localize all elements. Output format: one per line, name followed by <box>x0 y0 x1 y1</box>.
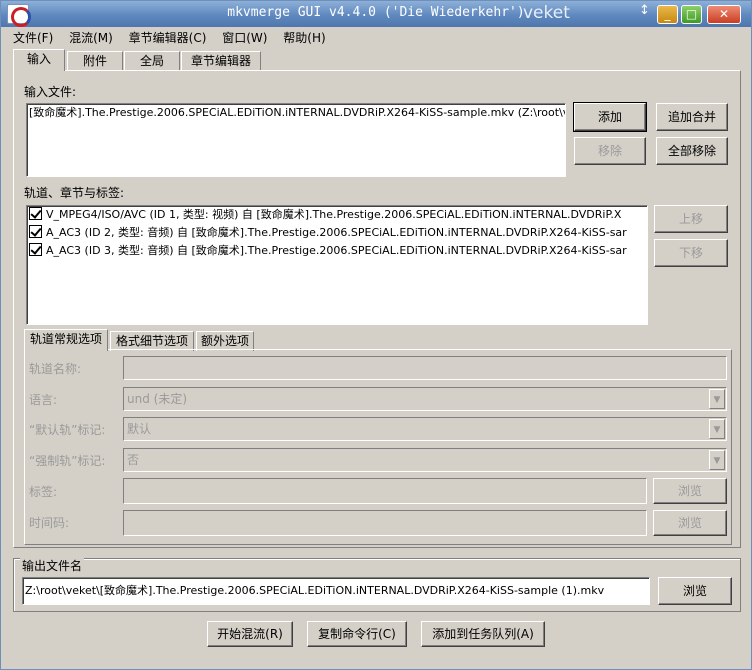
add-to-queue-button[interactable]: 添加到任务队列(A) <box>421 621 545 647</box>
start-muxing-button[interactable]: 开始混流(R) <box>207 621 293 647</box>
input-files-list[interactable]: [致命魔术].The.Prestige.2006.SPECiAL.EDiTiON… <box>26 103 566 177</box>
output-groupbox: 输出文件名 Z:\root\veket\[致命魔术].The.Prestige.… <box>13 557 741 612</box>
tags-label: 标签: <box>29 485 58 499</box>
remove-button[interactable]: 移除 <box>574 137 646 165</box>
output-browse-button[interactable]: 浏览 <box>658 577 732 605</box>
forced-flag-label: “强制轨”标记: <box>29 454 106 468</box>
input-files-label: 输入文件: <box>24 85 77 99</box>
title-extra-text: veket <box>523 3 570 23</box>
tab-extra-options[interactable]: 额外选项 <box>196 331 254 351</box>
tab-track-general[interactable]: 轨道常规选项 <box>24 329 108 351</box>
default-flag-select[interactable]: 默认 ▼ <box>123 417 727 441</box>
chevron-down-icon[interactable]: ▼ <box>709 419 725 439</box>
tab-format-details[interactable]: 格式细节选项 <box>110 331 194 351</box>
menu-file[interactable]: 文件(F) <box>7 29 59 47</box>
track-item-label: V_MPEG4/ISO/AVC (ID 1, 类型: 视频) 自 [致命魔术].… <box>46 208 622 221</box>
checkbox-checked-icon[interactable] <box>29 225 42 238</box>
menu-window[interactable]: 窗口(W) <box>216 29 273 47</box>
close-button[interactable]: ✕ <box>707 5 741 24</box>
title-bar[interactable]: mkvmerge GUI v4.4.0 ('Die Wiederkehr') v… <box>1 1 751 27</box>
chevron-down-icon[interactable]: ▼ <box>709 450 725 470</box>
menu-mux[interactable]: 混流(M) <box>63 29 119 47</box>
input-file-item[interactable]: [致命魔术].The.Prestige.2006.SPECiAL.EDiTiON… <box>27 104 565 122</box>
tab-attachments[interactable]: 附件 <box>67 51 123 71</box>
add-button[interactable]: 添加 <box>573 102 647 132</box>
tags-browse-button[interactable]: 浏览 <box>653 478 727 504</box>
append-button[interactable]: 追加合并 <box>656 103 728 131</box>
output-filename-input[interactable]: Z:\root\veket\[致命魔术].The.Prestige.2006.S… <box>22 577 650 605</box>
track-item-label: A_AC3 (ID 3, 类型: 音频) 自 [致命魔术].The.Presti… <box>46 244 627 257</box>
resize-arrow-icon[interactable]: ↕ <box>639 3 650 18</box>
tracks-list[interactable]: V_MPEG4/ISO/AVC (ID 1, 类型: 视频) 自 [致命魔术].… <box>26 205 648 325</box>
track-name-input[interactable] <box>123 356 727 380</box>
move-up-button[interactable]: 上移 <box>654 205 728 233</box>
timecodes-input[interactable] <box>123 510 647 536</box>
menu-chapter-editor[interactable]: 章节编辑器(C) <box>123 29 213 47</box>
forced-flag-select[interactable]: 否 ▼ <box>123 448 727 472</box>
chevron-down-icon[interactable]: ▼ <box>709 389 725 409</box>
track-item-label: A_AC3 (ID 2, 类型: 音频) 自 [致命魔术].The.Presti… <box>46 226 627 239</box>
output-label: 输出文件名 <box>20 557 85 574</box>
menu-help[interactable]: 帮助(H) <box>277 29 331 47</box>
app-window: mkvmerge GUI v4.4.0 ('Die Wiederkehr') v… <box>0 0 752 670</box>
forced-flag-value: 否 <box>127 453 140 467</box>
checkbox-checked-icon[interactable] <box>29 207 42 220</box>
tracks-label: 轨道、章节与标签: <box>24 186 125 200</box>
tab-global[interactable]: 全局 <box>124 51 180 71</box>
track-item[interactable]: V_MPEG4/ISO/AVC (ID 1, 类型: 视频) 自 [致命魔术].… <box>27 206 647 224</box>
input-tab-panel: 输入文件: [致命魔术].The.Prestige.2006.SPECiAL.E… <box>13 70 741 548</box>
language-select[interactable]: und (未定) ▼ <box>123 387 727 411</box>
minimize-button[interactable]: _ <box>657 5 678 24</box>
default-flag-label: “默认轨”标记: <box>29 423 106 437</box>
tab-chapter-editor[interactable]: 章节编辑器 <box>181 51 261 71</box>
menu-bar: 文件(F) 混流(M) 章节编辑器(C) 窗口(W) 帮助(H) <box>7 29 332 47</box>
timecodes-label: 时间码: <box>29 516 70 530</box>
copy-command-line-button[interactable]: 复制命令行(C) <box>307 621 407 647</box>
track-name-label: 轨道名称: <box>29 362 82 376</box>
track-options-panel: 轨道名称: 语言: und (未定) ▼ “默认轨”标记: 默认 ▼ “强制轨”… <box>24 349 732 545</box>
timecodes-browse-button[interactable]: 浏览 <box>653 510 727 536</box>
move-down-button[interactable]: 下移 <box>654 239 728 267</box>
language-label: 语言: <box>29 393 58 407</box>
tags-input[interactable] <box>123 478 647 504</box>
remove-all-button[interactable]: 全部移除 <box>656 137 728 165</box>
language-value: und (未定) <box>127 392 188 406</box>
track-item[interactable]: A_AC3 (ID 3, 类型: 音频) 自 [致命魔术].The.Presti… <box>27 242 647 260</box>
default-flag-value: 默认 <box>127 422 152 436</box>
maximize-button[interactable]: □ <box>681 5 702 24</box>
track-item[interactable]: A_AC3 (ID 2, 类型: 音频) 自 [致命魔术].The.Presti… <box>27 224 647 242</box>
tab-input[interactable]: 输入 <box>13 49 65 71</box>
checkbox-checked-icon[interactable] <box>29 243 42 256</box>
